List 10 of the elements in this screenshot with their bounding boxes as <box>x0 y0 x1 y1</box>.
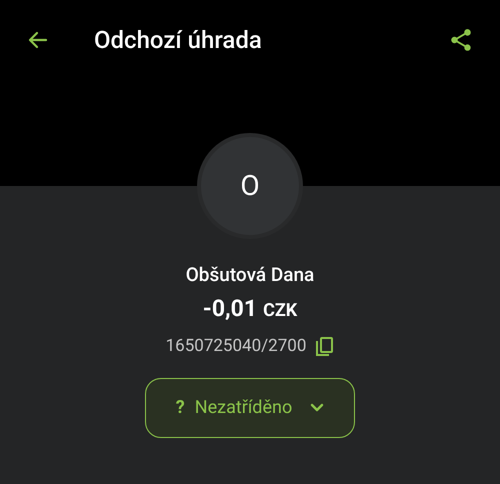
copy-icon[interactable] <box>316 336 334 357</box>
screen-title: Odchozí úhrada <box>94 25 262 56</box>
amount: -0,01 <box>202 294 258 324</box>
category-icon: ? <box>176 394 185 421</box>
category-dropdown[interactable]: ? Nezatříděno <box>145 378 355 438</box>
account-number: 1650725040/2700 <box>166 335 306 358</box>
chevron-down-icon <box>310 403 324 412</box>
counterparty-name: Obšutová Dana <box>186 262 314 288</box>
currency: CZK <box>263 298 298 322</box>
category-label: Nezatříděno <box>194 396 292 420</box>
